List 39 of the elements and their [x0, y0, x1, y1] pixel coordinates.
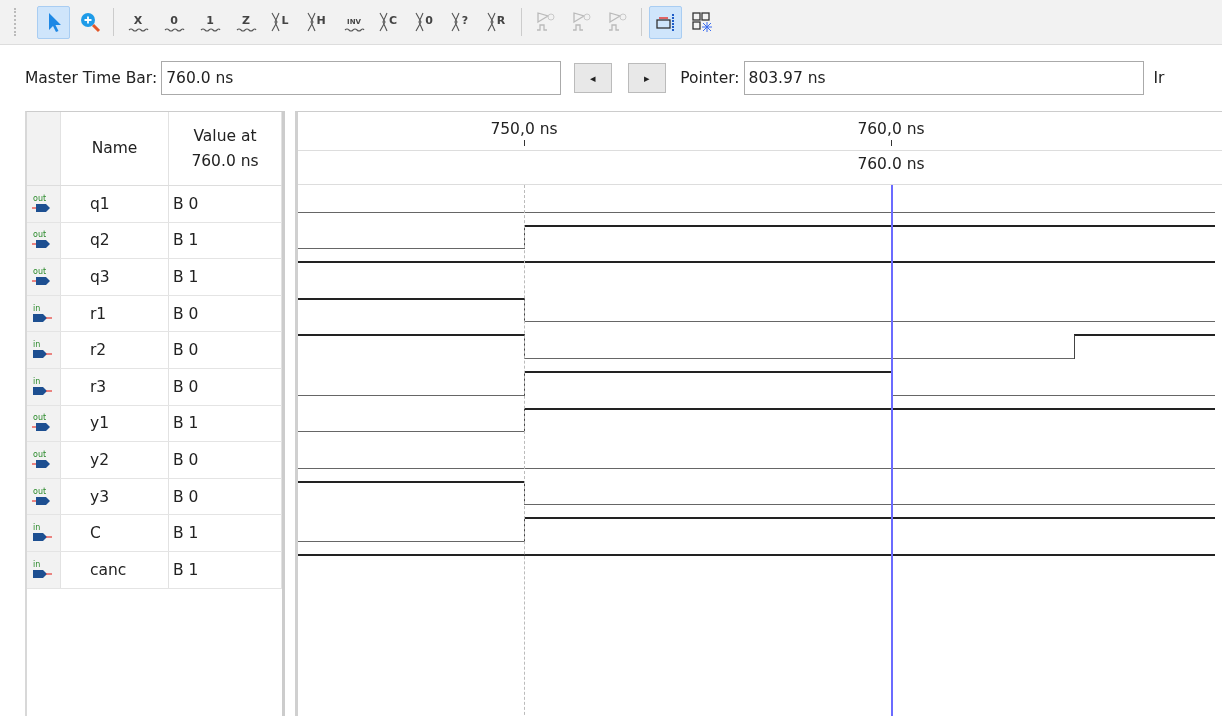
- column-header: Name: [61, 112, 169, 185]
- signal-value: B 0: [169, 442, 282, 478]
- signal-name: y1: [61, 405, 169, 442]
- column-header: Value at 760.0 ns: [169, 112, 282, 185]
- signal-name: q1: [61, 186, 169, 222]
- signal-value: B 0: [169, 186, 282, 222]
- grid-icon: [689, 10, 714, 34]
- cursor-time-label: 760.0 ns: [857, 155, 925, 173]
- signal-name: r3: [61, 368, 169, 405]
- signal-value: B 1: [169, 551, 282, 588]
- signal-value: B 1: [169, 259, 282, 295]
- signal-value: B 0: [169, 368, 282, 405]
- signal-value: B 0: [169, 295, 282, 332]
- signal-name: q2: [61, 222, 169, 259]
- signal-name: canc: [61, 551, 169, 588]
- signal-value: B 1: [169, 405, 282, 442]
- pointer-field[interactable]: 803.97 ns: [743, 61, 1144, 95]
- master-time-bar-field[interactable]: 760.0 ns: [161, 61, 562, 95]
- signal-value: B 1: [169, 515, 282, 551]
- time-tick-label: 750,0 ns: [490, 120, 558, 138]
- signal-value: B 0: [169, 332, 282, 368]
- pointer-label: Pointer:: [680, 69, 740, 87]
- interval-label: Ir: [1153, 69, 1165, 87]
- signal-name: r2: [61, 332, 169, 368]
- signal-name: q3: [61, 259, 169, 295]
- signal-name: r1: [61, 295, 169, 332]
- tick-mark: [891, 140, 892, 146]
- signal-value: B 0: [169, 478, 282, 515]
- signal-name: y2: [61, 442, 169, 478]
- next-transition-button[interactable]: ▸: [628, 63, 667, 93]
- tick-mark: [524, 140, 525, 146]
- master-time-bar-label: Master Time Bar:: [25, 69, 158, 87]
- previous-transition-button[interactable]: ◂: [574, 63, 613, 93]
- transition-tool[interactable]: [649, 5, 682, 39]
- pointer-tool[interactable]: [37, 5, 70, 39]
- signal-name: y3: [61, 478, 169, 515]
- time-tick-label: 760,0 ns: [857, 120, 925, 138]
- signal-name: C: [61, 515, 169, 551]
- signal-value: B 1: [169, 222, 282, 259]
